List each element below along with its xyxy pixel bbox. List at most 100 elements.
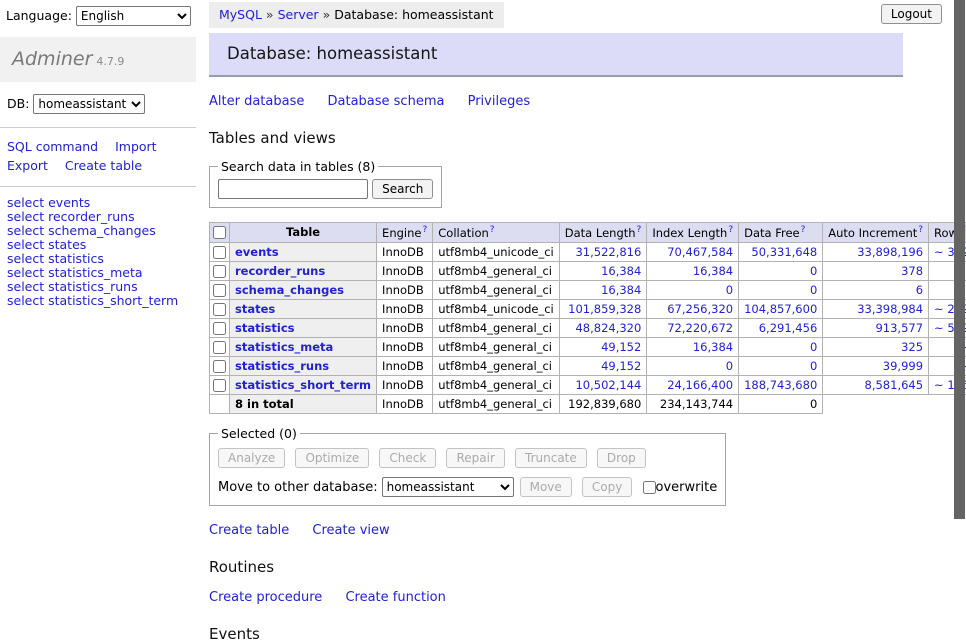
table-name-link[interactable]: events xyxy=(235,245,279,259)
breadcrumb-link-server[interactable]: Server xyxy=(278,7,319,22)
sidebar-select-recorder-runs[interactable]: select recorder_runs xyxy=(7,210,189,224)
row-checkbox[interactable] xyxy=(213,303,226,316)
copy-button[interactable]: Copy xyxy=(582,477,632,497)
table-name-link[interactable]: statistics xyxy=(235,321,295,335)
sidebar-select-events[interactable]: select events xyxy=(7,196,189,210)
db-link-database-schema[interactable]: Database schema xyxy=(328,94,445,109)
overwrite-option[interactable]: overwrite xyxy=(643,480,718,495)
row-checkbox[interactable] xyxy=(213,360,226,373)
move-label: Move to other database: xyxy=(218,480,378,495)
engine-cell: InnoDB xyxy=(377,337,433,356)
create-link-create-table[interactable]: Create table xyxy=(209,523,289,538)
repair-button[interactable]: Repair xyxy=(446,448,504,468)
row-checkbox[interactable] xyxy=(213,246,226,259)
data-free-cell: 0 xyxy=(739,356,823,375)
breadcrumb-current: Database: homeassistant xyxy=(334,7,493,22)
language-select[interactable]: English xyxy=(76,6,191,26)
column-header-index-length: Index Length? xyxy=(647,223,739,243)
engine-cell: InnoDB xyxy=(377,261,433,280)
truncate-button[interactable]: Truncate xyxy=(515,448,587,468)
logout-button[interactable]: Logout xyxy=(881,4,942,24)
selected-fieldset: Selected (0) Analyze Optimize Check Repa… xyxy=(209,426,726,506)
help-link[interactable]: ? xyxy=(422,225,427,235)
row-checkbox[interactable] xyxy=(213,284,226,297)
breadcrumb-separator-icon: » xyxy=(266,7,274,22)
routine-link-create-function[interactable]: Create function xyxy=(345,590,445,605)
table-name-link[interactable]: schema_changes xyxy=(235,283,344,297)
row-checkbox[interactable] xyxy=(213,265,226,278)
analyze-button[interactable]: Analyze xyxy=(218,448,285,468)
overwrite-checkbox[interactable] xyxy=(643,481,656,494)
row-checkbox[interactable] xyxy=(213,322,226,335)
db-link-privileges[interactable]: Privileges xyxy=(468,94,531,109)
sidebar-action-sql-command[interactable]: SQL command xyxy=(7,139,98,154)
check-button[interactable]: Check xyxy=(379,448,436,468)
table-name-link[interactable]: statistics_runs xyxy=(235,359,329,373)
footer-index-length: 234,143,744 xyxy=(647,394,739,413)
app-version: 4.7.9 xyxy=(96,55,124,68)
vertical-scrollbar[interactable] xyxy=(954,0,965,519)
help-link[interactable]: ? xyxy=(801,225,806,235)
optimize-button[interactable]: Optimize xyxy=(295,448,369,468)
footer-engine: InnoDB xyxy=(377,394,433,413)
sidebar-table-links: select eventsselect recorder_runsselect … xyxy=(0,187,196,317)
footer-total: 8 in total xyxy=(230,394,377,413)
move-button[interactable]: Move xyxy=(520,477,572,497)
index-length-cell: 0 xyxy=(647,280,739,299)
table-name-link[interactable]: states xyxy=(235,302,275,316)
sidebar-select-states[interactable]: select states xyxy=(7,238,189,252)
db-select[interactable]: homeassistant xyxy=(33,94,145,114)
db-link-alter-database[interactable]: Alter database xyxy=(209,94,304,109)
routines-heading: Routines xyxy=(209,558,929,576)
help-link[interactable]: ? xyxy=(637,225,642,235)
sidebar-select-statistics[interactable]: select statistics xyxy=(7,252,189,266)
table-row: events InnoDB utf8mb4_unicode_ci 31,522,… xyxy=(210,242,966,261)
sidebar-action-export[interactable]: Export xyxy=(7,158,48,173)
engine-cell: InnoDB xyxy=(377,242,433,261)
sidebar: Language:English Adminer4.7.9 DB:homeass… xyxy=(0,0,196,317)
row-checkbox[interactable] xyxy=(213,379,226,392)
data-length-cell: 48,824,320 xyxy=(559,318,647,337)
help-link[interactable]: ? xyxy=(490,225,495,235)
tables-overview-table: TableEngine?Collation?Data Length?Index … xyxy=(209,222,966,414)
db-label: DB: xyxy=(7,96,29,111)
table-name-link[interactable]: statistics_meta xyxy=(235,340,333,354)
table-name-link[interactable]: statistics_short_term xyxy=(235,378,371,392)
routine-link-create-procedure[interactable]: Create procedure xyxy=(209,590,322,605)
help-link[interactable]: ? xyxy=(728,225,733,235)
index-length-cell: 0 xyxy=(647,356,739,375)
table-row: schema_changes InnoDB utf8mb4_general_ci… xyxy=(210,280,966,299)
collation-cell: utf8mb4_unicode_ci xyxy=(433,242,560,261)
engine-cell: InnoDB xyxy=(377,375,433,394)
column-header-data-length: Data Length? xyxy=(559,223,647,243)
sidebar-action-create-table[interactable]: Create table xyxy=(65,158,142,173)
select-all-checkbox[interactable] xyxy=(213,226,226,239)
drop-button[interactable]: Drop xyxy=(597,448,646,468)
breadcrumb-link-mysql[interactable]: MySQL xyxy=(219,7,262,22)
move-db-select[interactable]: homeassistant xyxy=(382,477,514,497)
data-free-cell: 0 xyxy=(739,261,823,280)
data-length-cell: 101,859,328 xyxy=(559,299,647,318)
row-checkbox[interactable] xyxy=(213,341,226,354)
collation-cell: utf8mb4_general_ci xyxy=(433,280,560,299)
sidebar-select-statistics-meta[interactable]: select statistics_meta xyxy=(7,266,189,280)
table-header-row: TableEngine?Collation?Data Length?Index … xyxy=(210,223,966,243)
sidebar-select-statistics-runs[interactable]: select statistics_runs xyxy=(7,280,189,294)
engine-cell: InnoDB xyxy=(377,356,433,375)
auto-increment-cell: 378 xyxy=(823,261,929,280)
tables-heading: Tables and views xyxy=(209,129,929,147)
help-link[interactable]: ? xyxy=(918,225,923,235)
table-name-link[interactable]: recorder_runs xyxy=(235,264,325,278)
data-free-cell: 6,291,456 xyxy=(739,318,823,337)
main-content: Database: homeassistant Alter database D… xyxy=(209,26,929,643)
routine-links: Create procedure Create function xyxy=(209,590,929,605)
sidebar-select-schema-changes[interactable]: select schema_changes xyxy=(7,224,189,238)
search-input[interactable] xyxy=(218,179,368,199)
sidebar-select-statistics-short-term[interactable]: select statistics_short_term xyxy=(7,294,189,308)
search-button[interactable]: Search xyxy=(372,179,433,199)
create-link-create-view[interactable]: Create view xyxy=(312,523,389,538)
column-header-engine: Engine? xyxy=(377,223,433,243)
sidebar-action-import[interactable]: Import xyxy=(115,139,157,154)
column-header-data-free: Data Free? xyxy=(739,223,823,243)
data-length-cell: 16,384 xyxy=(559,261,647,280)
